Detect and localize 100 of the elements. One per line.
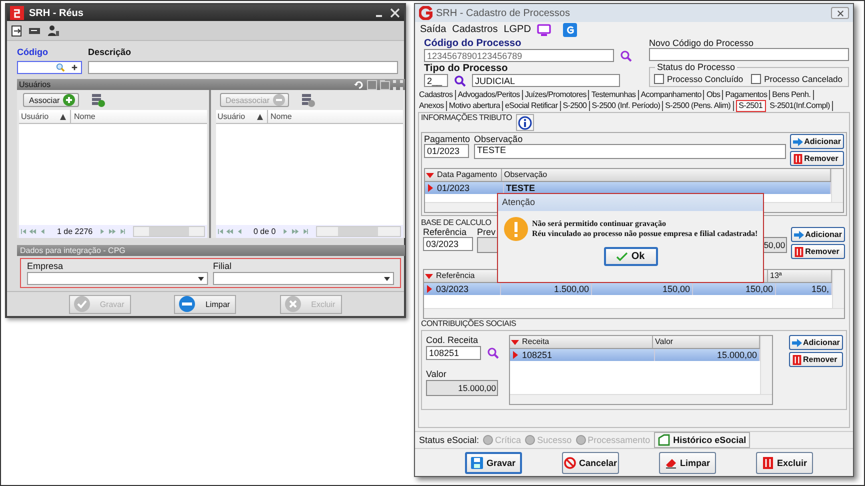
tab[interactable]: Advogados/Peritos [456,90,523,100]
status-indicator: Processamento [576,435,650,445]
tab[interactable]: eSocial Retificar [502,100,561,110]
table-row[interactable]: 108251 15.000,00 [510,349,760,361]
tab[interactable]: S-2501(Inf.Compl) [768,100,833,110]
tab[interactable]: S-2500 (Pens. Alim) [663,100,734,110]
tab[interactable]: S-2500 [560,100,590,110]
field-label: Prev [477,227,496,237]
info-button[interactable] [516,114,534,131]
caret-icon [384,276,390,282]
column-header[interactable]: Nome [71,110,206,123]
tab[interactable]: S-2500 (Inf. Período) [590,100,664,110]
action-button[interactable]: Cancelar [562,452,619,474]
remove-button[interactable]: Remover [791,244,845,259]
close-button[interactable] [831,7,849,19]
search-icon[interactable] [620,50,632,62]
tab[interactable]: Cadastros [417,90,456,100]
expand-icon[interactable] [393,80,403,90]
status-indicator: Crítica [483,435,522,445]
window-title: SRH - Cadastro de Processos [436,8,570,18]
add-button[interactable]: Adicionar [790,134,844,149]
tab[interactable]: Obs [704,90,724,100]
scrollbar[interactable] [510,394,772,404]
search-icon[interactable] [454,74,466,86]
menu-item[interactable]: Cadastros [452,24,498,35]
action-button[interactable]: Limpar [659,452,716,474]
row-pointer-icon [511,351,519,359]
app-logo-icon [10,6,24,20]
dropdown-field[interactable] [27,272,208,285]
sort-icon [511,338,519,346]
scrollbar[interactable] [760,336,772,394]
remove-button[interactable]: Remover [789,352,843,367]
table-row[interactable]: 01/2023 TESTE [425,182,831,194]
action-button[interactable]: Gravar [465,452,522,474]
search-icon[interactable] [487,347,499,359]
associate-button[interactable]: Associar [23,93,79,107]
column-header[interactable]: Receita [520,336,653,348]
undo-icon[interactable] [354,80,364,90]
column-header[interactable]: Usuário [19,110,71,123]
action-button[interactable]: Limpar [174,294,236,314]
reference-field[interactable]: 03/2023 [423,237,473,251]
window-icon[interactable] [367,80,377,90]
column-header[interactable]: Usuário [216,110,268,123]
list-icon[interactable] [300,93,315,107]
warning-icon [504,217,528,241]
window-icon[interactable] [380,80,390,90]
action-button[interactable]: Excluir [756,452,813,474]
scrollbar[interactable] [832,270,844,308]
type-code-field[interactable]: 2__ [424,74,448,87]
prohibited-icon [564,456,576,468]
tab[interactable]: Juízes/Promotores [522,90,590,100]
user-icon[interactable] [47,24,59,36]
tab[interactable]: Motivo abertura [446,100,503,110]
menu-item[interactable]: LGPD [504,24,531,35]
list-icon[interactable] [90,93,105,107]
exit-icon[interactable] [11,24,23,36]
table-row[interactable]: 03/2023 1.500,00 150,00 150,00 150, [424,283,832,295]
tab[interactable]: S-2501 [736,100,766,112]
dropdown-field[interactable] [213,272,394,285]
search-icon[interactable] [56,63,65,72]
caret-icon [198,276,204,282]
column-header[interactable]: Data Pagamento [435,169,502,181]
scrollbar[interactable] [316,226,401,237]
code-field[interactable] [17,61,82,74]
monitor-icon[interactable] [536,22,551,36]
new-code-field[interactable] [649,48,849,61]
add-button[interactable]: Adicionar [791,227,845,242]
add-button[interactable]: Adicionar [789,335,843,350]
window-title: SRH - Réus [29,8,84,18]
plus-icon[interactable] [71,64,78,71]
checkbox[interactable] [751,74,762,84]
ok-button[interactable]: Ok [604,247,658,266]
payment-field[interactable]: 01/2023 [424,144,469,158]
tab[interactable]: Acompanhamento [638,90,704,100]
app-icon[interactable] [562,22,577,36]
history-button[interactable]: Histórico eSocial [654,432,750,448]
close-icon[interactable] [390,8,400,18]
remove-button[interactable]: Remover [790,151,844,166]
scrollbar[interactable] [831,169,843,202]
floppy-icon [471,456,484,468]
trash-icon [762,456,774,468]
arrow-icon [794,230,804,240]
tab[interactable]: Bens Penh. [770,90,814,100]
scrollbar[interactable] [132,226,204,237]
menu-item[interactable]: Saída [420,24,446,35]
column-header[interactable]: Nome [268,110,403,123]
tab[interactable]: Anexos [417,100,447,110]
observation-field[interactable]: TESTE [474,144,786,159]
revenue-code-field[interactable]: 108251 [426,346,481,360]
description-field[interactable] [88,61,398,74]
status-label: Status eSocial: [419,435,480,445]
value-field[interactable]: 15.000,00 [426,380,498,396]
minus-icon [272,94,285,106]
scrollbar[interactable] [424,308,844,318]
checkbox[interactable] [654,74,664,84]
plus-icon [62,94,75,106]
process-code-field[interactable]: 1234567890123456789 [424,49,614,62]
tab[interactable]: Testemunhas [589,90,639,100]
type-description-field[interactable]: JUDICIAL [472,74,620,87]
minus-icon [179,296,196,312]
